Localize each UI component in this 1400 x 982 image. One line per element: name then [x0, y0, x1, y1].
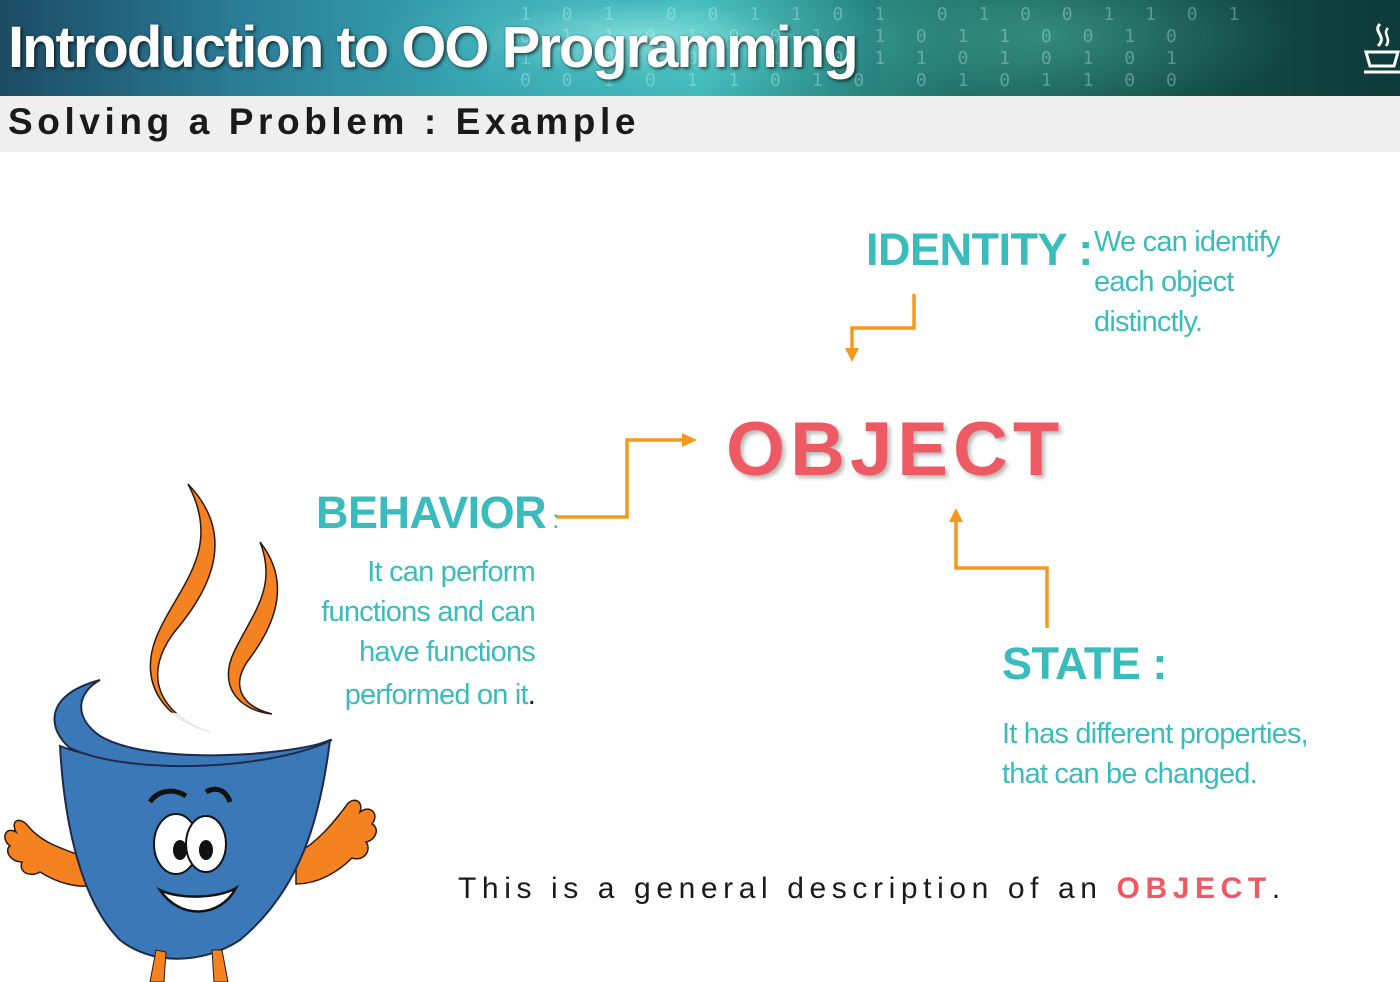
identity-line: distinctly. [1094, 306, 1203, 338]
state-heading: STATE : [1002, 638, 1167, 689]
behavior-arrowhead [682, 433, 697, 447]
state-line: It has different properties, [1002, 718, 1309, 750]
footer-description: This is a general description of an OBJE… [458, 872, 1286, 906]
identity-arrowhead [845, 348, 859, 362]
identity-line: each object [1094, 266, 1234, 298]
state-description: It has different properties, that can be… [1002, 714, 1309, 794]
identity-heading: IDENTITY : [866, 224, 1093, 275]
state-arrow [954, 520, 1049, 628]
cup-rim-inner [88, 696, 320, 748]
behavior-period: . [527, 679, 536, 711]
state-line: that can be changed. [1002, 758, 1258, 790]
behavior-arrow [556, 438, 684, 519]
footer-text: This is a general description of an [458, 872, 1117, 905]
footer-object-highlight: OBJECT [1116, 872, 1272, 905]
left-pupil [173, 840, 187, 860]
identity-line: We can identify [1094, 226, 1281, 258]
object-heading: OBJECT [726, 407, 1065, 492]
footer-period: . [1271, 872, 1286, 905]
state-arrowhead [949, 508, 963, 522]
identity-description: We can identify each object distinctly. [1094, 222, 1281, 342]
right-pupil [199, 840, 213, 860]
java-cup-mascot-icon [4, 483, 377, 982]
steam-left-icon [149, 483, 216, 733]
identity-arrow [850, 294, 916, 350]
steam-right-icon [227, 541, 279, 715]
right-leg [211, 949, 229, 982]
behavior-heading-colon: : [552, 504, 559, 534]
